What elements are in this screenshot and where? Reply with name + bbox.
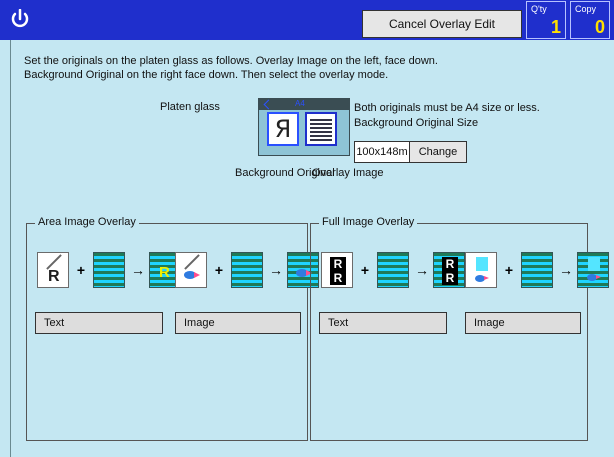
area-text-illustration: R + → R (37, 251, 181, 289)
background-stripes-thumbnail (377, 252, 409, 288)
area-image-overlay-title: Area Image Overlay (35, 216, 139, 228)
fish-icon (296, 269, 312, 277)
size-info: Both originals must be A4 size or less. … (354, 101, 574, 131)
text-result-thumbnail: R R (433, 252, 465, 288)
background-stripes-thumbnail (231, 252, 263, 288)
full-image-overlay-section: Full Image Overlay RR + → R R + → Text I… (310, 216, 609, 441)
rr-icon: RR (330, 257, 346, 285)
plus-icon: + (214, 262, 224, 278)
plus-icon: + (360, 262, 370, 278)
mirrored-r-glyph: Я (274, 115, 292, 143)
quantity-counter: Q'ty 1 (526, 1, 566, 39)
area-image-button[interactable]: Image (175, 312, 301, 334)
size-note: Both originals must be A4 size or less. (354, 102, 540, 114)
full-image-button[interactable]: Image (465, 312, 581, 334)
text-line-1 (310, 119, 332, 121)
background-stripes-thumbnail (521, 252, 553, 288)
power-icon[interactable] (10, 8, 30, 31)
background-stripes-thumbnail (93, 252, 125, 288)
full-image-overlay-title: Full Image Overlay (319, 216, 418, 228)
copy-counter: Copy 0 (570, 1, 610, 39)
rr-overlay-icon: R R (442, 257, 458, 285)
plus-icon: + (504, 262, 514, 278)
background-original-page (305, 112, 337, 146)
copy-value: 0 (594, 17, 605, 37)
area-text-button[interactable]: Text (35, 312, 163, 334)
square-icon (476, 257, 488, 271)
image-source-thumbnail (175, 252, 207, 288)
instruction-line-1: Set the originals on the platen glass as… (24, 55, 438, 67)
quantity-label: Q'ty (531, 4, 547, 14)
square-icon (588, 257, 600, 271)
arrow-right-icon: → (269, 262, 283, 278)
instructions-text: Set the originals on the platen glass as… (24, 54, 594, 82)
r-bottom-glyph: R (333, 271, 343, 285)
text-line-4 (310, 131, 332, 133)
area-image-illustration: + → (175, 251, 319, 289)
platen-glass-label: Platen glass (160, 101, 220, 113)
text-line-6 (310, 139, 332, 141)
image-source-thumbnail (465, 252, 497, 288)
quantity-value: 1 (550, 17, 561, 37)
image-result-thumbnail (577, 252, 609, 288)
arrow-right-icon: → (415, 262, 429, 278)
text-line-2 (310, 123, 332, 125)
full-image-illustration: + → (465, 251, 609, 289)
arrow-right-icon: → (559, 262, 573, 278)
top-bar: Cancel Overlay Edit Q'ty 1 Copy 0 (0, 0, 614, 40)
fish-icon (475, 275, 489, 282)
background-size-label: Background Original Size (354, 117, 479, 129)
power-icon-graphic (11, 8, 29, 28)
overlay-image-caption: Overlay Image (312, 167, 384, 179)
r-top-glyph: R (442, 257, 458, 271)
plus-icon: + (76, 262, 86, 278)
cancel-overlay-edit-button[interactable]: Cancel Overlay Edit (362, 10, 522, 38)
text-line-5 (310, 135, 332, 137)
fish-icon (587, 274, 601, 281)
full-text-button[interactable]: Text (319, 312, 447, 334)
diagonal-mark (184, 254, 200, 270)
copy-label: Copy (575, 4, 597, 14)
platen-glass-illustration: A4 Я (258, 98, 350, 156)
left-border-line (10, 40, 11, 457)
r-top-glyph: R (333, 257, 343, 271)
paper-size-mark: A4 (295, 99, 305, 108)
arrow-right-icon: → (131, 262, 145, 278)
overlay-image-page: Я (267, 112, 299, 146)
letter-r-icon: R (48, 268, 60, 285)
text-source-thumbnail: R (37, 252, 69, 288)
yellow-r-icon: R (159, 264, 170, 281)
r-bottom-glyph: R (442, 271, 458, 285)
overlay-edit-screen: Cancel Overlay Edit Q'ty 1 Copy 0 Set th… (0, 0, 614, 457)
instruction-line-2: Background Original on the right face do… (24, 69, 389, 81)
fish-icon (184, 271, 200, 279)
text-source-thumbnail: RR (321, 252, 353, 288)
background-size-value: 100x148m (354, 141, 410, 163)
area-image-overlay-section: Area Image Overlay R + → R + → Text Imag… (26, 216, 319, 441)
text-line-3 (310, 127, 332, 129)
change-size-button[interactable]: Change (409, 141, 467, 163)
full-text-illustration: RR + → R R (321, 251, 465, 289)
